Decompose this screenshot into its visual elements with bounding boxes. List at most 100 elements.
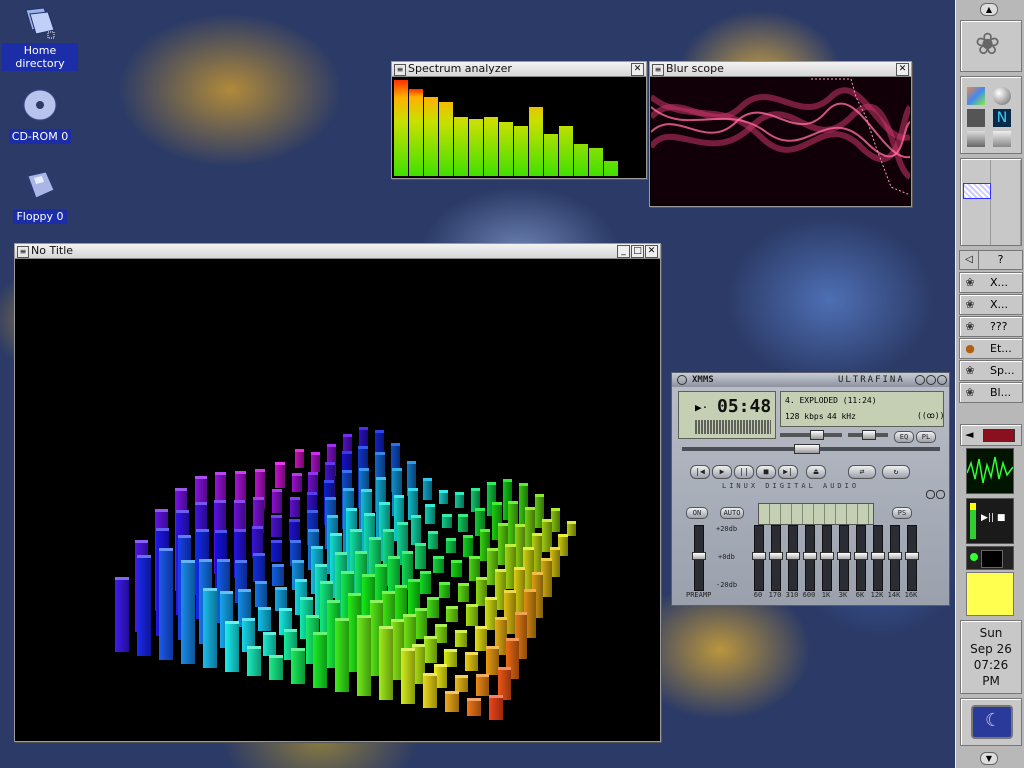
paint-icon[interactable] <box>967 87 985 105</box>
preamp-slider[interactable] <box>692 525 706 591</box>
shell-icon[interactable] <box>993 131 1011 147</box>
xmms-titlebar[interactable]: XMMS ULTRAFINA <box>672 373 949 387</box>
eq-band-knob[interactable] <box>820 552 834 560</box>
eq-band-slider[interactable] <box>854 525 868 591</box>
gimp-icon: ● <box>965 342 975 355</box>
eq-shade-button[interactable] <box>936 490 945 499</box>
spectrum-3d-bar <box>289 519 300 542</box>
eq-close-button[interactable] <box>926 490 935 499</box>
eq-band-knob[interactable] <box>854 552 868 560</box>
eq-on-button[interactable]: ON <box>686 507 708 519</box>
window-menu-icon[interactable]: ≡ <box>652 64 664 76</box>
help-button[interactable]: ? <box>978 250 1023 270</box>
eq-auto-button[interactable]: AUTO <box>720 507 744 519</box>
disk-icon[interactable] <box>967 131 985 147</box>
stop-button[interactable]: ■ <box>756 465 776 479</box>
balance-knob[interactable] <box>862 430 876 440</box>
play-button[interactable]: ▶ <box>712 465 732 479</box>
close-button[interactable]: ✕ <box>645 245 658 258</box>
task-item[interactable]: ❀ X... <box>959 272 1023 293</box>
task-item[interactable]: ● Et... <box>959 338 1023 359</box>
stereo-indicator-icon: ((ꝏ)) <box>917 411 945 420</box>
task-list-arrow[interactable]: ◁ <box>959 250 979 270</box>
eq-toggle-button[interactable]: EQ <box>894 431 914 443</box>
eq-band-knob[interactable] <box>803 552 817 560</box>
eq-band-knob[interactable] <box>837 552 851 560</box>
task-item[interactable]: ❀ Bl... <box>959 382 1023 403</box>
seek-knob[interactable] <box>794 444 820 454</box>
shuffle-button[interactable]: ⇄ <box>848 465 876 479</box>
home-directory-icon <box>20 6 60 40</box>
shade-button[interactable] <box>926 375 936 385</box>
eq-band-knob[interactable] <box>786 552 800 560</box>
eq-band-slider[interactable] <box>803 525 817 591</box>
eq-band-slider[interactable] <box>905 525 919 591</box>
task-item[interactable]: ❀ X... <box>959 294 1023 315</box>
next-button[interactable]: ▶| <box>778 465 798 479</box>
task-item[interactable]: ❀ Sp... <box>959 360 1023 381</box>
blur-scope-display <box>651 77 910 205</box>
close-button[interactable]: ✕ <box>631 63 644 76</box>
eq-band-knob[interactable] <box>905 552 919 560</box>
volume-slider[interactable] <box>780 430 842 440</box>
gnome-foot-button[interactable]: ❀ <box>960 20 1022 72</box>
desktop-icon-floppy[interactable]: Floppy 0 <box>2 168 78 224</box>
eject-button[interactable]: ⏏ <box>806 465 826 479</box>
screensaver-button[interactable]: ☾ <box>960 698 1022 746</box>
close-button[interactable]: ✕ <box>896 63 909 76</box>
window-titlebar[interactable]: ≡ Spectrum analyzer ✕ <box>392 62 646 77</box>
no-title-window[interactable]: ≡ No Title _ □ ✕ <box>14 243 661 742</box>
window-menu-icon[interactable]: ≡ <box>394 64 406 76</box>
eq-band-knob[interactable] <box>769 552 783 560</box>
scroll-up-button[interactable]: ▲ <box>980 3 998 16</box>
desktop-icon-cdrom[interactable]: CD-ROM 0 <box>2 88 78 144</box>
previous-button[interactable]: |◀ <box>690 465 710 479</box>
xmms-menu-icon[interactable] <box>677 375 687 385</box>
spectrum-analyzer-window[interactable]: ≡ Spectrum analyzer ✕ <box>391 61 647 179</box>
eq-band-slider[interactable] <box>769 525 783 591</box>
spectrum-3d-bar <box>253 553 265 583</box>
eq-band-slider[interactable] <box>820 525 834 591</box>
eq-band-slider[interactable] <box>888 525 902 591</box>
minimize-button[interactable] <box>915 375 925 385</box>
eq-band-knob[interactable] <box>888 552 902 560</box>
balance-slider[interactable] <box>848 430 888 440</box>
xmms-player[interactable]: XMMS ULTRAFINA ▶· 05:48 4. EXPLODED (11:… <box>671 372 950 606</box>
pause-button[interactable]: || <box>734 465 754 479</box>
repeat-button[interactable]: ↻ <box>882 465 910 479</box>
mixer-applet[interactable]: ▶|| ■ <box>966 498 1014 544</box>
netscape-icon[interactable]: N <box>993 109 1011 127</box>
eq-band-slider[interactable] <box>871 525 885 591</box>
sphere-icon[interactable] <box>993 87 1011 105</box>
minimize-button[interactable]: _ <box>617 245 630 258</box>
desktop-icon-label: Home directory <box>2 43 78 71</box>
blur-scope-window[interactable]: ≡ Blur scope ✕ <box>649 61 912 207</box>
eq-presets-button[interactable]: PS <box>892 507 912 519</box>
window-titlebar[interactable]: ≡ Blur scope ✕ <box>650 62 911 77</box>
time-display[interactable]: ▶· 05:48 <box>678 391 776 439</box>
playlist-toggle-button[interactable]: PL <box>916 431 936 443</box>
device-icon[interactable] <box>967 109 985 127</box>
eq-band-knob[interactable] <box>871 552 885 560</box>
window-menu-icon[interactable]: ≡ <box>17 246 29 258</box>
eq-band-slider[interactable] <box>752 525 766 591</box>
eq-band-slider[interactable] <box>837 525 851 591</box>
eq-band-knob[interactable] <box>752 552 766 560</box>
desktop-icon-home[interactable]: Home directory <box>2 6 78 71</box>
maximize-button[interactable]: □ <box>631 245 644 258</box>
eq-band-slider[interactable] <box>786 525 800 591</box>
spectrum-3d-bar <box>435 623 447 643</box>
spectrum-3d-bar <box>420 570 432 594</box>
seek-bar[interactable] <box>682 444 940 454</box>
volume-bar[interactable] <box>983 429 1015 442</box>
volume-knob[interactable] <box>810 430 824 440</box>
preamp-knob[interactable] <box>692 552 706 560</box>
spectrum-bar <box>454 117 468 176</box>
task-item[interactable]: ❀??? <box>959 316 1023 337</box>
window-titlebar[interactable]: ≡ No Title _ □ ✕ <box>15 244 660 259</box>
close-button[interactable] <box>937 375 947 385</box>
volume-applet[interactable]: ◄ <box>960 424 1022 446</box>
pager[interactable] <box>960 158 1022 246</box>
pager-desk-active[interactable] <box>963 183 991 199</box>
scroll-down-button[interactable]: ▼ <box>980 752 998 765</box>
